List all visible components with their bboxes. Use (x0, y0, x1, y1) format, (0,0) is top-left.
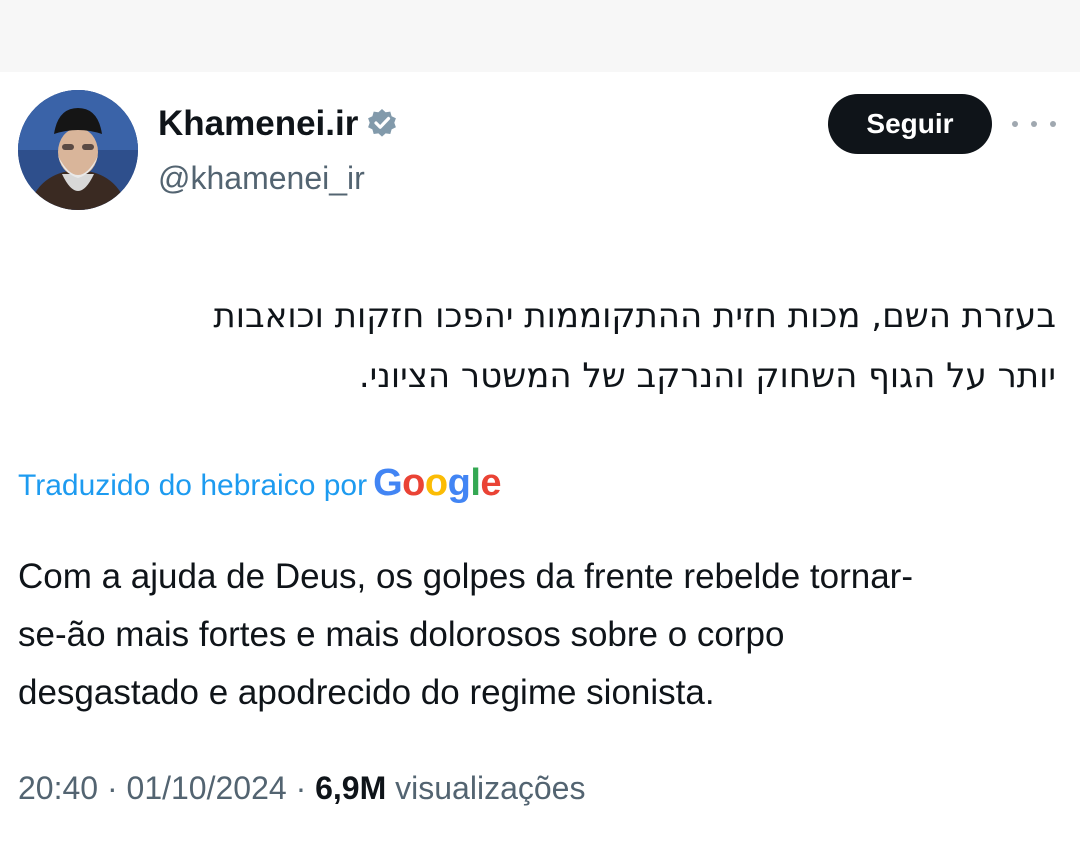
original-text-line: בעזרת השם, מכות חזית ההתקוממות יהפכו חזק… (213, 296, 1056, 336)
avatar[interactable] (18, 90, 138, 210)
display-name[interactable]: Khamenei.ir (158, 104, 358, 144)
views-count: 6,9M (315, 770, 387, 806)
translated-tweet-text: Com a ajuda de Deus, os golpes da frente… (18, 548, 1058, 722)
tweet-header: Khamenei.ir @khamenei_ir Seguir (0, 72, 1080, 232)
google-logo: Google (373, 462, 502, 504)
tweet-meta: 20:40 · 01/10/2024 · 6,9M visualizações (18, 770, 585, 807)
follow-button[interactable]: Seguir (828, 94, 992, 154)
original-text-line: יותר על הגוף השחוק והנרקב של המשטר הציונ… (358, 356, 1056, 396)
more-horizontal-icon[interactable] (1012, 112, 1056, 136)
translation-attribution[interactable]: Traduzido do hebraico por Google (18, 462, 502, 505)
name-row: Khamenei.ir (158, 104, 398, 144)
translation-label[interactable]: Traduzido do hebraico por (18, 469, 367, 503)
original-tweet-text: בעזרת השם, מכות חזית ההתקוממות יהפכו חזק… (16, 286, 1056, 406)
tweet-time[interactable]: 20:40 (18, 770, 98, 806)
translated-text-line: se-ão mais fortes e mais dolorosos sobre… (18, 615, 785, 654)
avatar-image (18, 90, 138, 210)
translated-text-line: desgastado e apodrecido do regime sionis… (18, 673, 715, 712)
views-label: visualizações (386, 770, 586, 806)
verified-badge-icon (366, 108, 398, 140)
tweet-date[interactable]: 01/10/2024 (127, 770, 287, 806)
user-handle[interactable]: @khamenei_ir (158, 160, 365, 197)
separator-dot: · (286, 770, 316, 806)
top-strip (0, 0, 1080, 72)
translated-text-line: Com a ajuda de Deus, os golpes da frente… (18, 557, 913, 596)
separator-dot: · (98, 770, 127, 806)
